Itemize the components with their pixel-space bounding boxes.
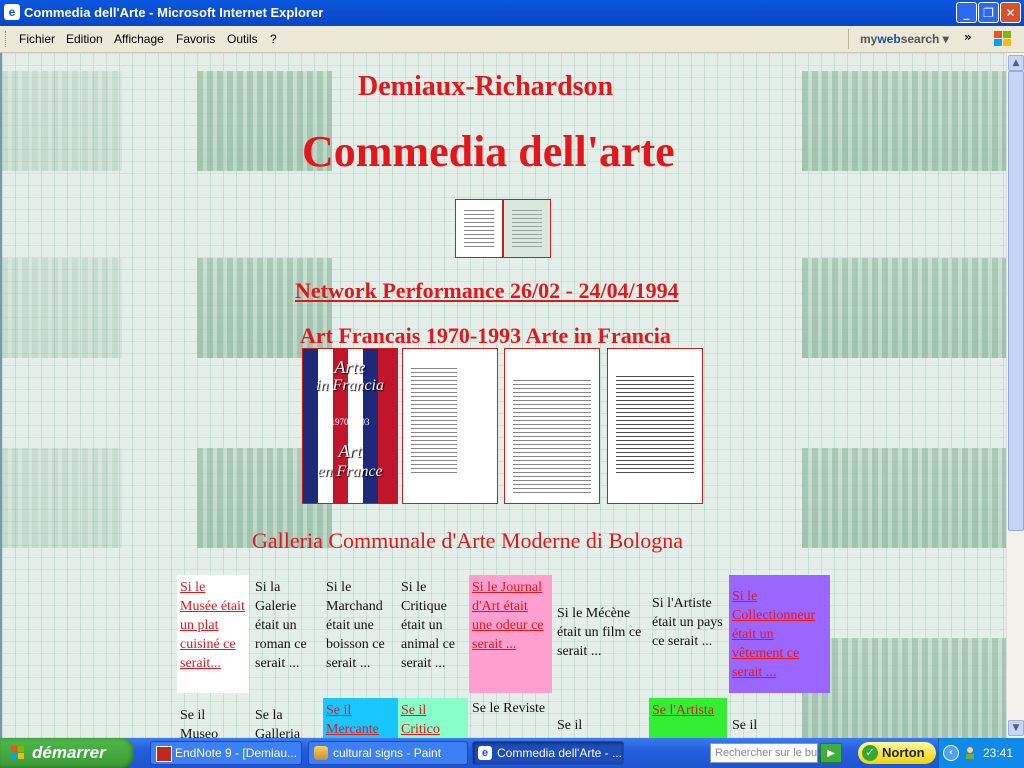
background-tile [802, 638, 1006, 738]
menu-fichier[interactable]: Fichier [19, 32, 55, 46]
task-internet-explorer[interactable]: e Commedia dell'Arte - ... [472, 741, 624, 765]
task-paint-label: cultural signs - Paint [333, 746, 442, 760]
toolbar-grip[interactable] [5, 31, 9, 47]
small-thumbnail-image[interactable] [503, 199, 551, 258]
clock[interactable]: 23:41 [983, 746, 1013, 760]
vertical-scrollbar[interactable]: ▲ ▼ [1006, 53, 1024, 738]
cover-title-2: in Francia [316, 377, 384, 394]
desktop-search-go-button[interactable]: ▶ [820, 743, 842, 763]
scroll-up-button[interactable]: ▲ [1008, 55, 1024, 71]
norton-button[interactable]: ✓ Norton [858, 742, 936, 764]
gallery-title: Galleria Communale d'Arte Moderne di Bol… [252, 528, 684, 553]
cover-title-3: Art [338, 441, 362, 461]
paint-icon [314, 746, 328, 760]
endnote-icon [156, 746, 172, 762]
menu-outils[interactable]: Outils [227, 32, 258, 46]
norton-label: Norton [882, 745, 925, 760]
mywebsearch-prefix: my [860, 32, 878, 46]
grid-cell-critico[interactable]: Se il Critico [398, 698, 468, 738]
background-tile [802, 71, 1006, 171]
grid-cell-marchand: Si le Marchand était une boisson ce sera… [326, 580, 385, 671]
ie-icon: e [4, 4, 20, 20]
windows-flag-icon [11, 746, 24, 759]
grid-cell-mecenate: Se il [557, 718, 583, 733]
artists-heading: Demiaux-Richardson [358, 71, 614, 102]
catalogue-page-1[interactable] [402, 348, 498, 504]
background-tile [2, 71, 122, 171]
task-ie-label: Commedia dell'Arte - ... [497, 746, 622, 760]
network-icon[interactable] [963, 746, 977, 760]
maximize-button[interactable]: ❐ [978, 2, 999, 23]
cover-years: 1970-1993 [330, 417, 370, 427]
title-bar: e Commedia dell'Arte - Microsoft Interne… [0, 0, 1024, 26]
system-tray: ‹ 23:41 [938, 738, 1024, 768]
tray-expand-button[interactable]: ‹ [943, 745, 959, 761]
grid-cell-galerie: Si la Galerie était un roman ce serait .… [255, 580, 307, 671]
background-tile [2, 448, 122, 548]
background-tile [802, 448, 1006, 548]
ie-icon: e [478, 746, 492, 760]
cover-title-4: en France [317, 463, 383, 480]
start-button[interactable]: démarrer [0, 738, 134, 768]
scroll-thumb[interactable] [1008, 71, 1024, 531]
background-tile [2, 258, 122, 358]
grid-cell-collectionneur[interactable]: Si le Collectionneur était un vêtement c… [729, 575, 830, 693]
page-viewport[interactable]: Demiaux-Richardson Commedia dell'arte Ne… [0, 53, 1006, 738]
task-endnote-label: EndNote 9 - [Demiau... [175, 746, 298, 760]
mywebsearch-dropdown[interactable]: ▾ [943, 32, 949, 46]
grid-cell-reviste: Se le Reviste [472, 701, 546, 716]
grid-cell-galleria: Se la Galleria [255, 708, 301, 738]
minimize-button[interactable]: _ [956, 2, 977, 23]
menu-edition[interactable]: Edition [66, 32, 103, 46]
grid-cell-mecene: Si le Mécène était un film ce serait ... [557, 606, 642, 659]
taskbar: démarrer EndNote 9 - [Demiau... cultural… [0, 738, 1024, 768]
scroll-down-button[interactable]: ▼ [1008, 720, 1024, 736]
menu-affichage[interactable]: Affichage [114, 32, 164, 46]
network-performance-link[interactable]: Network Performance 26/02 - 24/04/1994 [295, 278, 679, 304]
start-label: démarrer [32, 743, 106, 762]
catalogue-page-3[interactable] [607, 348, 703, 504]
page-title: Commedia dell'arte [302, 127, 675, 176]
mywebsearch-suffix: search [900, 32, 940, 46]
windows-logo-icon [994, 31, 1011, 46]
toolbar-separator [848, 29, 849, 49]
desktop-search-input[interactable]: Rechercher sur le bureau [710, 743, 818, 763]
window-title: Commedia dell'Arte - Microsoft Internet … [24, 5, 324, 20]
small-thumbnail-text[interactable] [455, 199, 503, 258]
grid-cell-journal[interactable]: Si le Journal d'Art était une odeur ce s… [469, 575, 552, 693]
exhibition-title: Art Francais 1970-1993 Arte in Francia [300, 323, 671, 348]
grid-cell-mercante[interactable]: Se il Mercante [323, 698, 398, 738]
norton-check-icon: ✓ [862, 745, 878, 761]
task-paint[interactable]: cultural signs - Paint [308, 741, 468, 765]
background-tile [802, 258, 1006, 358]
catalogue-page-2[interactable] [504, 348, 600, 504]
grid-cell-musee[interactable]: Si le Musée était un plat cuisiné ce ser… [177, 575, 249, 693]
toolbar-chevron[interactable]: » [964, 30, 972, 44]
menu-favoris[interactable]: Favoris [176, 32, 215, 46]
menu-help[interactable]: ? [270, 32, 277, 46]
task-endnote[interactable]: EndNote 9 - [Demiau... [150, 741, 302, 765]
mywebsearch-web: web [877, 32, 901, 46]
menu-bar: Fichier Edition Affichage Favoris Outils… [0, 26, 1024, 53]
close-button[interactable]: ✕ [1000, 2, 1021, 23]
mywebsearch-toolbar[interactable]: mywebsearch ▾ [860, 32, 949, 46]
grid-cell-museo: Se il Museo [180, 708, 219, 738]
grid-cell-artiste: Si l'Artiste était un pays ce serait ... [652, 596, 723, 649]
cover-title-1: Arte [334, 357, 366, 377]
grid-cell-critique: Si le Critique était un animal ce serait… [401, 580, 456, 671]
grid-cell-artista[interactable]: Se l'Artista [649, 698, 727, 738]
grid-cell-collezionista: Se il [732, 718, 758, 733]
catalogue-cover[interactable]: Arte in Francia 1970-1993 Art en France [302, 348, 398, 504]
